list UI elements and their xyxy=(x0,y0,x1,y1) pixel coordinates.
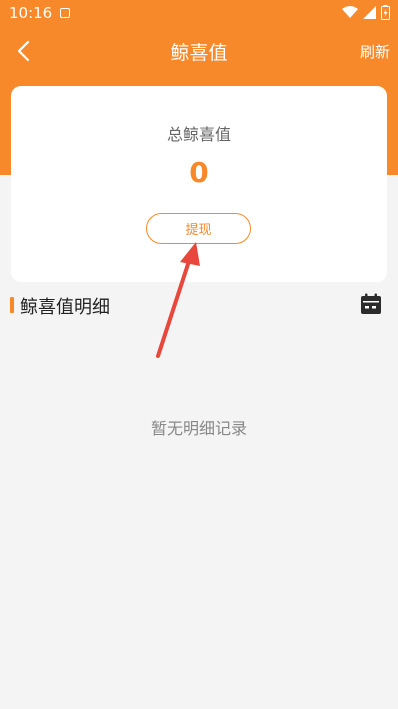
page-title: 鲸喜值 xyxy=(170,42,228,64)
status-icons xyxy=(342,5,390,20)
battery-icon xyxy=(381,5,390,20)
signal-icon xyxy=(363,6,376,19)
summary-card: 总鲸喜值 0 提现 xyxy=(11,86,387,282)
section-accent-bar xyxy=(10,297,14,313)
calendar-icon[interactable] xyxy=(360,293,382,315)
total-value-label: 总鲸喜值 xyxy=(166,125,231,144)
wifi-icon xyxy=(342,6,358,18)
details-title: 鲸喜值明细 xyxy=(20,297,110,318)
details-section-header: 鲸喜值明细 xyxy=(0,292,398,320)
refresh-button[interactable]: 刷新 xyxy=(360,41,390,62)
notification-app-icon xyxy=(60,8,70,18)
total-value: 0 xyxy=(189,156,209,189)
navigation-bar: 鲸喜值 刷新 xyxy=(0,28,398,74)
withdraw-button[interactable]: 提现 xyxy=(146,213,251,244)
status-time: 10:16 xyxy=(9,4,53,22)
empty-state-text: 暂无明细记录 xyxy=(150,419,247,438)
status-bar: 10:16 xyxy=(0,0,398,28)
